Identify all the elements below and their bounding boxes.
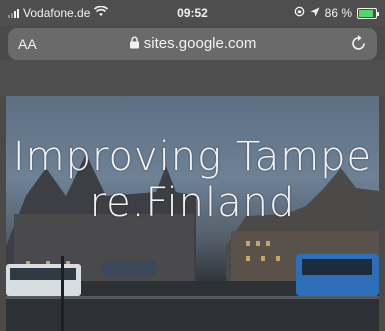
url-display[interactable]: sites.google.com bbox=[8, 35, 377, 52]
location-icon bbox=[310, 6, 320, 20]
reload-icon[interactable] bbox=[351, 34, 367, 56]
lock-icon bbox=[129, 35, 144, 52]
status-bar: Vodafone.de 09:52 86 % bbox=[0, 0, 385, 26]
toolbar-spacer bbox=[0, 60, 385, 96]
rotation-lock-icon bbox=[294, 6, 305, 20]
site-title: Improving Tampere.Finland bbox=[12, 134, 373, 226]
status-right: 86 % bbox=[294, 6, 379, 20]
hero-banner: Improving Tampere.Finland bbox=[6, 96, 379, 331]
battery-percent: 86 % bbox=[324, 6, 352, 20]
url-text: sites.google.com bbox=[143, 35, 257, 52]
battery-icon bbox=[357, 7, 379, 19]
address-bar[interactable]: AA sites.google.com bbox=[8, 28, 377, 60]
battery-level bbox=[359, 9, 373, 17]
